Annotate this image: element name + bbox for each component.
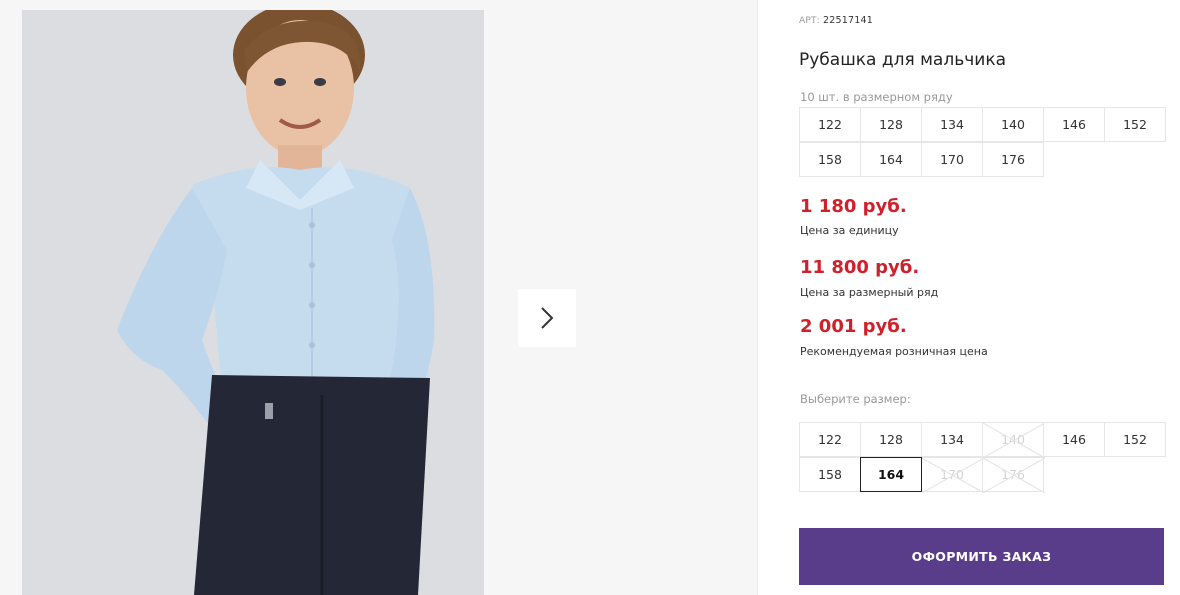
size-option[interactable]: 146 <box>1043 422 1105 457</box>
size-option-label: 128 <box>879 432 903 447</box>
size-option[interactable]: 152 <box>1104 422 1166 457</box>
sku-value: 22517141 <box>822 15 873 26</box>
size-option-label: 122 <box>818 432 842 447</box>
sku-label: АРТ: <box>799 16 820 26</box>
size-option[interactable]: 158 <box>799 457 861 492</box>
cross-out-icon <box>983 458 1045 493</box>
pack-size-cell: 140 <box>982 107 1044 142</box>
boy-shirt-illustration <box>22 10 484 595</box>
pack-size-cell: 134 <box>921 107 983 142</box>
price-pack-caption: Цена за размерный ряд <box>800 286 939 299</box>
size-option-unavailable: 176 <box>982 457 1045 493</box>
size-option[interactable]: 128 <box>860 422 922 457</box>
size-option-label: 134 <box>940 432 964 447</box>
price-retail-caption: Рекомендуемая розничная цена <box>800 345 988 358</box>
product-photo <box>22 10 484 595</box>
price-retail: 2 001 руб. <box>800 316 907 337</box>
size-option-label: 146 <box>1062 432 1086 447</box>
pack-size-cell: 152 <box>1104 107 1166 142</box>
product-title: Рубашка для мальчика <box>799 50 1007 70</box>
cross-out-icon <box>983 423 1045 458</box>
size-option-unavailable: 140 <box>982 422 1045 458</box>
size-option-label: 158 <box>818 467 842 482</box>
price-unit-caption: Цена за единицу <box>800 224 899 237</box>
size-selector: 122 128 134 140 146 152 158 164 170176 <box>799 422 1171 493</box>
pack-size-label: 10 шт. в размерном ряду <box>800 90 953 104</box>
order-button[interactable]: ОФОРМИТЬ ЗАКАЗ <box>799 528 1164 585</box>
pack-size-cell: 122 <box>799 107 861 142</box>
pack-size-cell: 170 <box>921 142 983 177</box>
gallery-divider <box>757 0 758 595</box>
size-option-unavailable: 170 <box>921 457 984 493</box>
pack-size-cell: 164 <box>860 142 922 177</box>
size-option-label: 164 <box>877 467 905 482</box>
product-gallery <box>0 0 758 595</box>
pack-size-cell: 146 <box>1043 107 1105 142</box>
price-unit: 1 180 руб. <box>800 196 907 217</box>
chevron-right-icon <box>541 307 554 329</box>
size-option[interactable]: 122 <box>799 422 861 457</box>
pack-size-cell: 158 <box>799 142 861 177</box>
price-pack: 11 800 руб. <box>800 257 920 278</box>
pack-size-grid: 122 128 134 140 146 152 158 164 170 176 <box>799 107 1171 177</box>
pack-size-cell: 176 <box>982 142 1044 177</box>
size-option-label: 152 <box>1123 432 1147 447</box>
choose-size-label: Выберите размер: <box>800 392 911 406</box>
next-image-button[interactable] <box>518 289 576 347</box>
sku: АРТ: 22517141 <box>799 15 873 26</box>
cross-out-icon <box>922 458 984 493</box>
size-option[interactable]: 134 <box>921 422 983 457</box>
size-option-selected[interactable]: 164 <box>860 457 922 492</box>
pack-size-cell: 128 <box>860 107 922 142</box>
